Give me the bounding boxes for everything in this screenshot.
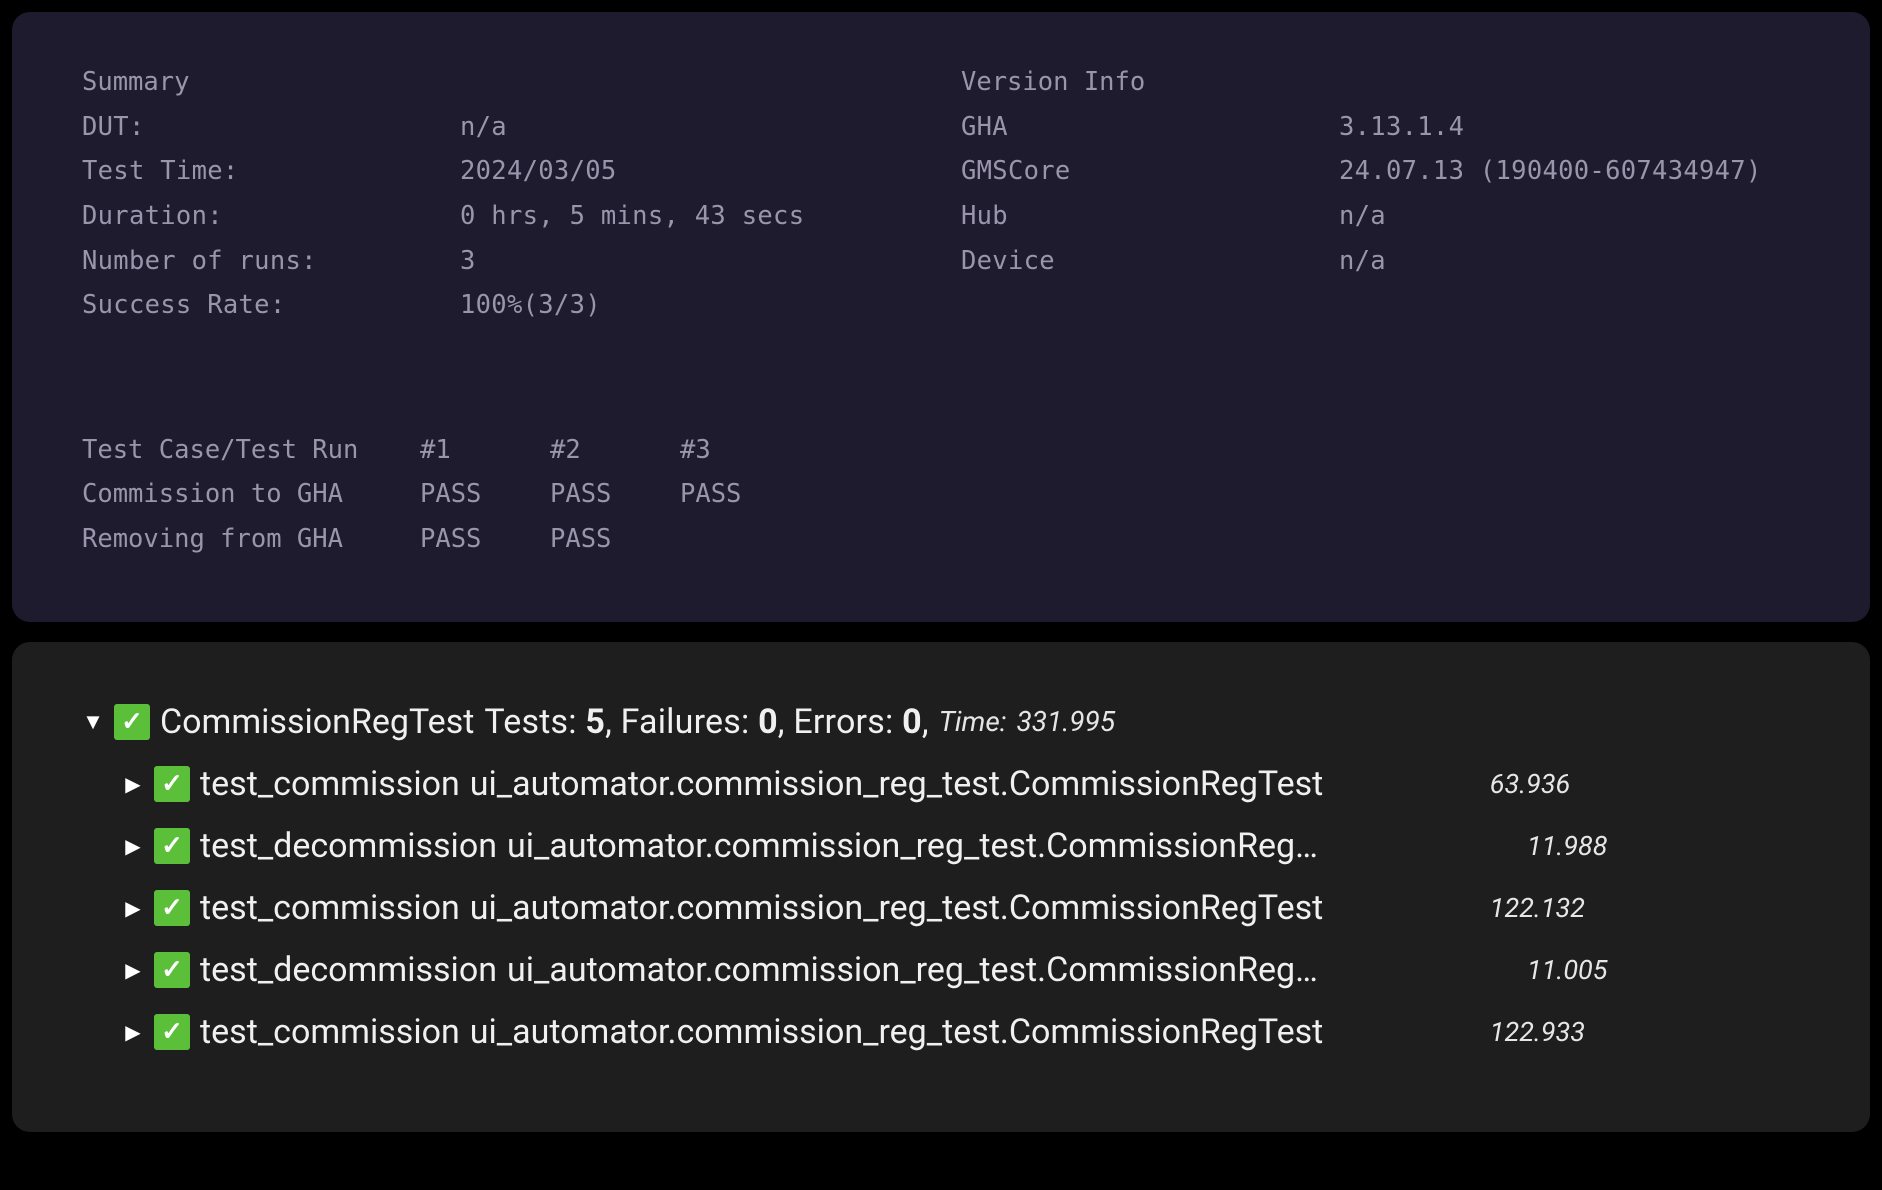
check-icon (154, 766, 190, 802)
runs-cell: PASS (550, 517, 680, 562)
runs-row-name: Commission to GHA (82, 472, 420, 517)
test-name: test_decommission (200, 826, 497, 866)
runs-header-col-1: #1 (420, 428, 550, 473)
version-label: Device (961, 239, 1339, 284)
runs-row-name: Removing from GHA (82, 517, 420, 562)
stats-tests-value: 5 (585, 702, 605, 742)
version-column: Version Info GHA 3.13.1.4 GMSCore 24.07.… (961, 60, 1800, 328)
version-row-gmscore: GMSCore 24.07.13 (190400-607434947) (961, 149, 1800, 194)
version-title: Version Info (961, 60, 1800, 105)
tree-child-row[interactable]: test_commission ui_automator.commission_… (122, 888, 1800, 928)
check-icon (154, 952, 190, 988)
runs-header-col-3: #3 (680, 428, 810, 473)
version-row-device: Device n/a (961, 239, 1800, 284)
stats-errors-label: Errors: (793, 702, 893, 742)
runs-row-removing: Removing from GHA PASS PASS (82, 517, 1800, 562)
chevron-right-icon[interactable] (122, 834, 144, 858)
stats-failures-value: 0 (758, 702, 778, 742)
summary-panel: Summary DUT: n/a Test Time: 2024/03/05 D… (12, 12, 1870, 622)
stats-errors-value: 0 (902, 702, 922, 742)
chevron-right-icon[interactable] (122, 896, 144, 920)
summary-title: Summary (82, 60, 921, 105)
tree-child-row[interactable]: test_commission ui_automator.commission_… (122, 1012, 1800, 1052)
summary-value: 2024/03/05 (460, 149, 617, 194)
chevron-right-icon[interactable] (122, 1020, 144, 1044)
version-row-gha: GHA 3.13.1.4 (961, 105, 1800, 150)
summary-row-test-time: Test Time: 2024/03/05 (82, 149, 921, 194)
summary-row-duration: Duration: 0 hrs, 5 mins, 43 secs (82, 194, 921, 239)
summary-row-runs: Number of runs: 3 (82, 239, 921, 284)
chevron-right-icon[interactable] (122, 958, 144, 982)
check-icon (154, 890, 190, 926)
test-name: test_commission (200, 1012, 460, 1052)
summary-label: Duration: (82, 194, 460, 239)
test-time: 122.933 (1490, 1016, 1585, 1048)
version-value: 24.07.13 (190400-607434947) (1339, 149, 1762, 194)
summary-value: n/a (460, 105, 507, 150)
runs-cell (680, 517, 810, 562)
suite-time-label: Time: (939, 705, 1007, 738)
tree-child-row[interactable]: test_commission ui_automator.commission_… (122, 764, 1800, 804)
info-grid: Summary DUT: n/a Test Time: 2024/03/05 D… (82, 60, 1800, 328)
runs-cell: PASS (680, 472, 810, 517)
runs-row-commission: Commission to GHA PASS PASS PASS (82, 472, 1800, 517)
version-value: n/a (1339, 194, 1386, 239)
summary-row-success-rate: Success Rate: 100%(3/3) (82, 283, 921, 328)
suite-name: CommissionRegTest (160, 702, 474, 742)
version-label: GHA (961, 105, 1339, 150)
summary-value: 100%(3/3) (460, 283, 601, 328)
summary-value: 3 (460, 239, 476, 284)
runs-header-row: Test Case/Test Run #1 #2 #3 (82, 428, 1800, 473)
version-label: Hub (961, 194, 1339, 239)
summary-label: Success Rate: (82, 283, 460, 328)
test-path: ui_automator.commission_reg_test.Commiss… (470, 888, 1470, 928)
suite-stats: Tests: 5, Failures: 0, Errors: 0, (484, 702, 928, 742)
chevron-down-icon[interactable] (82, 709, 104, 735)
test-time: 11.988 (1527, 830, 1607, 862)
test-time: 63.936 (1490, 768, 1570, 800)
check-icon (114, 704, 150, 740)
suite-time-value: 331.995 (1016, 705, 1115, 738)
tree-root-row[interactable]: CommissionRegTest Tests: 5, Failures: 0,… (82, 702, 1800, 742)
test-path: ui_automator.commission_reg_test.Commiss… (470, 764, 1470, 804)
stats-tests-label: Tests: (484, 702, 576, 742)
summary-row-dut: DUT: n/a (82, 105, 921, 150)
test-path: ui_automator.commission_reg_test.Commiss… (507, 826, 1507, 866)
chevron-right-icon[interactable] (122, 772, 144, 796)
check-icon (154, 828, 190, 864)
runs-cell: PASS (420, 517, 550, 562)
tree-child-row[interactable]: test_decommission ui_automator.commissio… (122, 826, 1800, 866)
runs-header-col-2: #2 (550, 428, 680, 473)
summary-label: DUT: (82, 105, 460, 150)
test-time: 11.005 (1527, 954, 1607, 986)
tree-child-row[interactable]: test_decommission ui_automator.commissio… (122, 950, 1800, 990)
version-label: GMSCore (961, 149, 1339, 194)
version-row-hub: Hub n/a (961, 194, 1800, 239)
summary-label: Test Time: (82, 149, 460, 194)
test-name: test_decommission (200, 950, 497, 990)
version-value: 3.13.1.4 (1339, 105, 1464, 150)
runs-cell: PASS (550, 472, 680, 517)
test-path: ui_automator.commission_reg_test.Commiss… (507, 950, 1507, 990)
test-path: ui_automator.commission_reg_test.Commiss… (470, 1012, 1470, 1052)
version-value: n/a (1339, 239, 1386, 284)
check-icon (154, 1014, 190, 1050)
runs-header-name: Test Case/Test Run (82, 428, 420, 473)
runs-cell: PASS (420, 472, 550, 517)
summary-label: Number of runs: (82, 239, 460, 284)
runs-table: Test Case/Test Run #1 #2 #3 Commission t… (82, 428, 1800, 562)
stats-failures-label: Failures: (621, 702, 750, 742)
test-name: test_commission (200, 764, 460, 804)
summary-value: 0 hrs, 5 mins, 43 secs (460, 194, 804, 239)
test-time: 122.132 (1490, 892, 1585, 924)
test-tree-panel: CommissionRegTest Tests: 5, Failures: 0,… (12, 642, 1870, 1132)
summary-column: Summary DUT: n/a Test Time: 2024/03/05 D… (82, 60, 921, 328)
test-name: test_commission (200, 888, 460, 928)
